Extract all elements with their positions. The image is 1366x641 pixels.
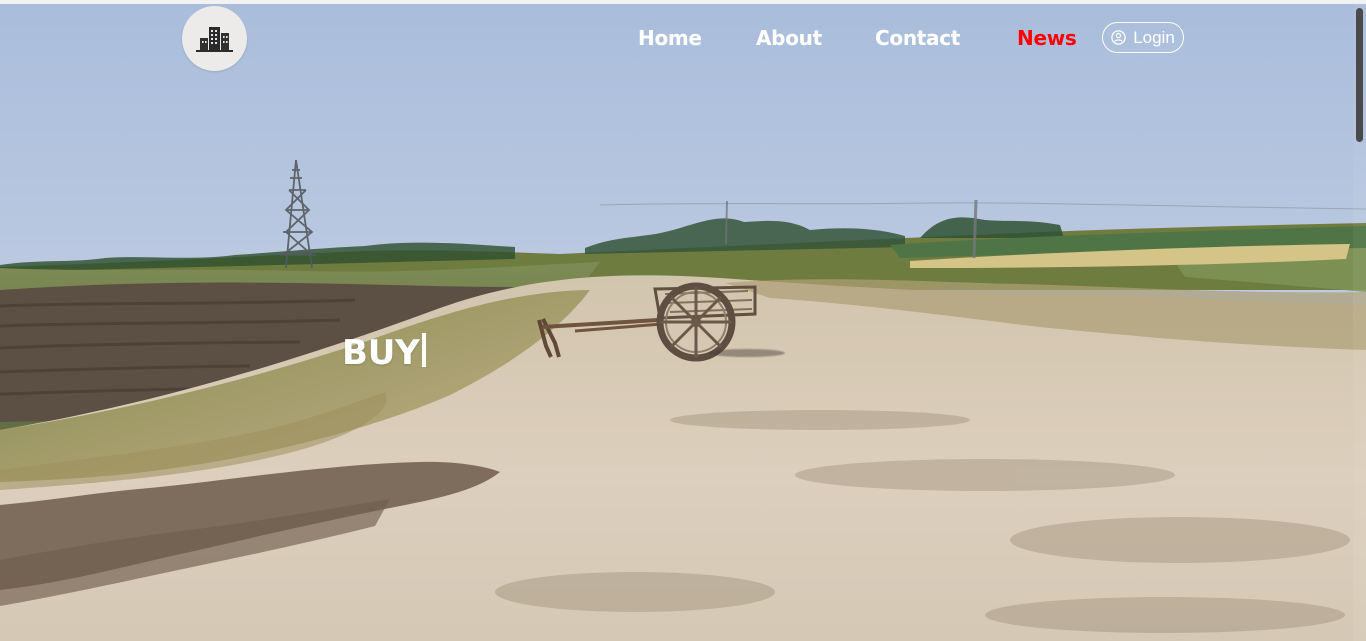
top-navigation: Home About Contact News Login	[0, 4, 1366, 74]
vertical-scrollbar-thumb[interactable]	[1356, 8, 1363, 142]
hero-headline-text: BUY	[342, 333, 420, 373]
top-edge	[0, 0, 1366, 4]
nav-home-link[interactable]: Home	[638, 20, 702, 56]
hero-background	[0, 0, 1366, 641]
rural-land-photo-icon	[0, 4, 1366, 641]
user-circle-icon	[1111, 30, 1126, 45]
hero-headline: BUY	[342, 333, 426, 373]
nav-news-link[interactable]: News	[1017, 20, 1077, 56]
nav-about-link[interactable]: About	[756, 20, 822, 56]
main-menu: Home About Contact News Login	[0, 20, 1366, 56]
login-label: Login	[1133, 27, 1175, 47]
landing-page: Home About Contact News Login BUY	[0, 0, 1366, 641]
typing-cursor	[421, 333, 426, 367]
nav-contact-link[interactable]: Contact	[875, 20, 960, 56]
login-button[interactable]: Login	[1102, 22, 1184, 53]
